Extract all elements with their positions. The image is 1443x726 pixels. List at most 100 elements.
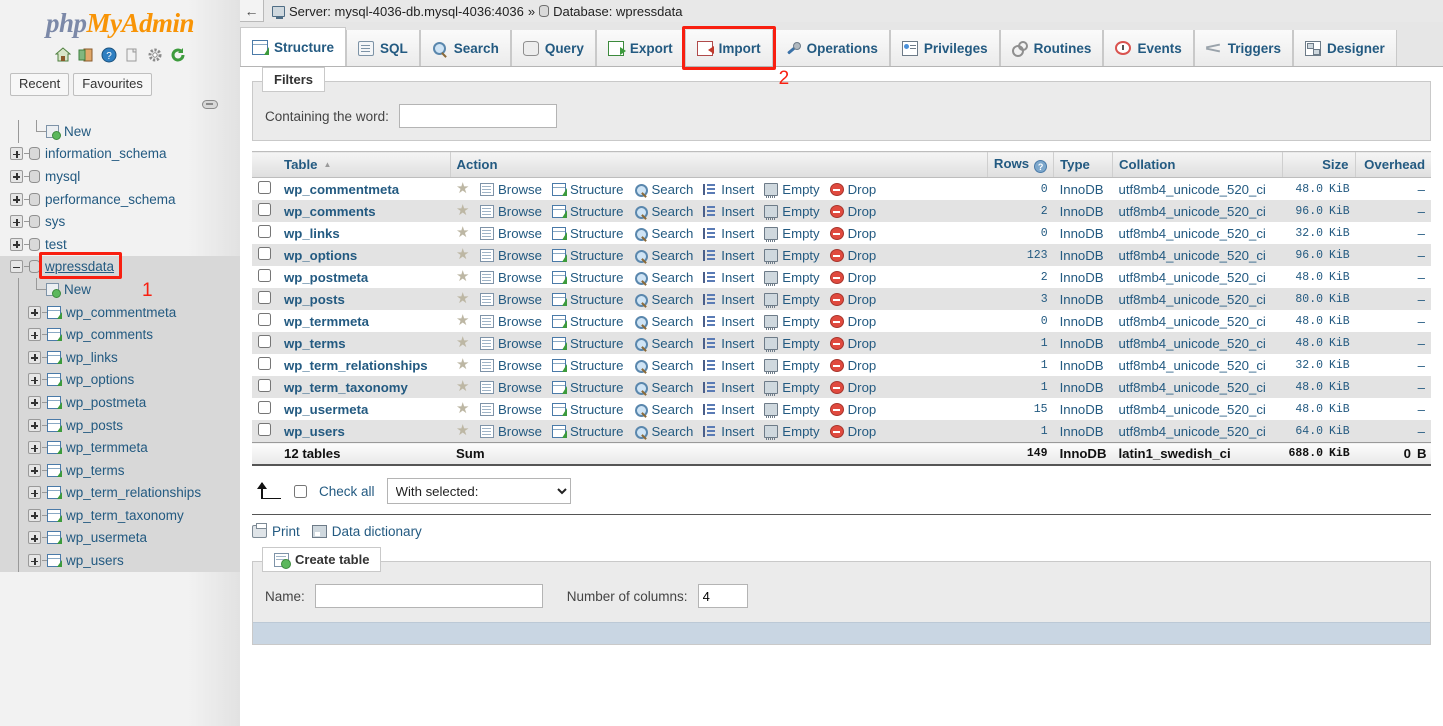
action-structure[interactable]: Structure bbox=[552, 358, 624, 373]
action-browse[interactable]: Browse bbox=[480, 424, 542, 439]
action-drop[interactable]: Drop bbox=[830, 270, 877, 285]
action-empty[interactable]: Empty bbox=[764, 424, 819, 439]
favourite-star-icon[interactable]: ★ bbox=[456, 314, 470, 328]
row-checkbox[interactable] bbox=[258, 181, 271, 194]
action-structure[interactable]: Structure bbox=[552, 402, 624, 417]
tree-node-test[interactable]: test bbox=[0, 233, 240, 256]
action-search[interactable]: Search bbox=[634, 358, 694, 373]
table-name-link[interactable]: wp_termmeta bbox=[284, 314, 369, 329]
row-checkbox[interactable] bbox=[258, 401, 271, 414]
action-drop[interactable]: Drop bbox=[830, 292, 877, 307]
tree-node-wp-terms[interactable]: wp_terms bbox=[0, 459, 240, 482]
tree-node-new[interactable]: New bbox=[0, 120, 240, 143]
expand-icon[interactable] bbox=[28, 554, 41, 567]
action-insert[interactable]: Insert bbox=[703, 424, 754, 439]
tree-node-new[interactable]: New bbox=[0, 278, 240, 301]
action-search[interactable]: Search bbox=[634, 226, 694, 241]
action-drop[interactable]: Drop bbox=[830, 424, 877, 439]
table-name-link[interactable]: wp_usermeta bbox=[284, 402, 368, 417]
favourite-star-icon[interactable]: ★ bbox=[456, 182, 470, 196]
action-insert[interactable]: Insert bbox=[703, 402, 754, 417]
tab-import[interactable]: Import bbox=[685, 30, 773, 66]
action-drop[interactable]: Drop bbox=[830, 226, 877, 241]
expand-icon[interactable] bbox=[10, 238, 23, 251]
tab-query[interactable]: Query bbox=[511, 30, 596, 66]
action-insert[interactable]: Insert bbox=[703, 336, 754, 351]
action-search[interactable]: Search bbox=[634, 424, 694, 439]
tree-node-wp-options[interactable]: wp_options bbox=[0, 369, 240, 392]
breadcrumb-database[interactable]: Database: wpressdata bbox=[553, 4, 682, 19]
table-name-link[interactable]: wp_links bbox=[284, 226, 340, 241]
expand-icon[interactable] bbox=[28, 373, 41, 386]
action-empty[interactable]: Empty bbox=[764, 270, 819, 285]
pin-icon[interactable] bbox=[202, 100, 218, 109]
expand-icon[interactable] bbox=[28, 464, 41, 477]
action-empty[interactable]: Empty bbox=[764, 182, 819, 197]
th-collation[interactable]: Collation bbox=[1112, 152, 1282, 178]
tab-operations[interactable]: Operations bbox=[773, 30, 890, 66]
action-browse[interactable]: Browse bbox=[480, 358, 542, 373]
action-empty[interactable]: Empty bbox=[764, 380, 819, 395]
action-empty[interactable]: Empty bbox=[764, 402, 819, 417]
tab-sql[interactable]: SQL bbox=[346, 30, 420, 66]
row-checkbox[interactable] bbox=[258, 269, 271, 282]
expand-icon[interactable] bbox=[28, 419, 41, 432]
expand-icon[interactable] bbox=[28, 441, 41, 454]
row-checkbox[interactable] bbox=[258, 203, 271, 216]
table-name-link[interactable]: wp_term_relationships bbox=[284, 358, 428, 373]
action-structure[interactable]: Structure bbox=[552, 314, 624, 329]
action-insert[interactable]: Insert bbox=[703, 226, 754, 241]
sidebar-tab-favourites[interactable]: Favourites bbox=[73, 73, 152, 96]
create-table-name-input[interactable] bbox=[315, 584, 543, 608]
expand-icon[interactable] bbox=[10, 215, 23, 228]
row-checkbox[interactable] bbox=[258, 423, 271, 436]
table-name-link[interactable]: wp_term_taxonomy bbox=[284, 380, 408, 395]
favourite-star-icon[interactable]: ★ bbox=[456, 292, 470, 306]
action-drop[interactable]: Drop bbox=[830, 248, 877, 263]
favourite-star-icon[interactable]: ★ bbox=[456, 270, 470, 284]
expand-icon[interactable] bbox=[28, 531, 41, 544]
favourite-star-icon[interactable]: ★ bbox=[456, 336, 470, 350]
action-structure[interactable]: Structure bbox=[552, 292, 624, 307]
docs-icon[interactable] bbox=[124, 47, 140, 63]
action-browse[interactable]: Browse bbox=[480, 182, 542, 197]
collapse-icon[interactable] bbox=[10, 260, 23, 273]
row-checkbox[interactable] bbox=[258, 379, 271, 392]
action-search[interactable]: Search bbox=[634, 204, 694, 219]
action-insert[interactable]: Insert bbox=[703, 292, 754, 307]
expand-icon[interactable] bbox=[28, 351, 41, 364]
table-name-link[interactable]: wp_options bbox=[284, 248, 357, 263]
action-empty[interactable]: Empty bbox=[764, 226, 819, 241]
expand-icon[interactable] bbox=[10, 147, 23, 160]
action-search[interactable]: Search bbox=[634, 402, 694, 417]
action-empty[interactable]: Empty bbox=[764, 248, 819, 263]
expand-icon[interactable] bbox=[28, 306, 41, 319]
row-checkbox[interactable] bbox=[258, 335, 271, 348]
action-browse[interactable]: Browse bbox=[480, 248, 542, 263]
expand-icon[interactable] bbox=[10, 193, 23, 206]
logout-icon[interactable] bbox=[78, 47, 94, 63]
action-drop[interactable]: Drop bbox=[830, 380, 877, 395]
breadcrumb-server[interactable]: Server: mysql-4036-db.mysql-4036:4036 bbox=[289, 4, 524, 19]
expand-icon[interactable] bbox=[10, 170, 23, 183]
action-browse[interactable]: Browse bbox=[480, 292, 542, 307]
tree-node-sys[interactable]: sys bbox=[0, 210, 240, 233]
tree-node-wp-comments[interactable]: wp_comments bbox=[0, 323, 240, 346]
th-table[interactable]: Table bbox=[278, 152, 450, 178]
action-search[interactable]: Search bbox=[634, 248, 694, 263]
create-table-columns-input[interactable] bbox=[698, 584, 748, 608]
settings-icon[interactable] bbox=[147, 47, 163, 63]
action-drop[interactable]: Drop bbox=[830, 336, 877, 351]
help-icon[interactable]: ? bbox=[101, 47, 117, 63]
action-insert[interactable]: Insert bbox=[703, 270, 754, 285]
tab-search[interactable]: Search bbox=[420, 30, 511, 66]
action-search[interactable]: Search bbox=[634, 292, 694, 307]
action-structure[interactable]: Structure bbox=[552, 424, 624, 439]
table-name-link[interactable]: wp_users bbox=[284, 424, 345, 439]
favourite-star-icon[interactable]: ★ bbox=[456, 424, 470, 438]
tree-node-wp-usermeta[interactable]: wp_usermeta bbox=[0, 527, 240, 550]
action-search[interactable]: Search bbox=[634, 314, 694, 329]
tree-node-wpressdata[interactable]: wpressdata bbox=[0, 256, 240, 279]
action-browse[interactable]: Browse bbox=[480, 314, 542, 329]
action-empty[interactable]: Empty bbox=[764, 358, 819, 373]
